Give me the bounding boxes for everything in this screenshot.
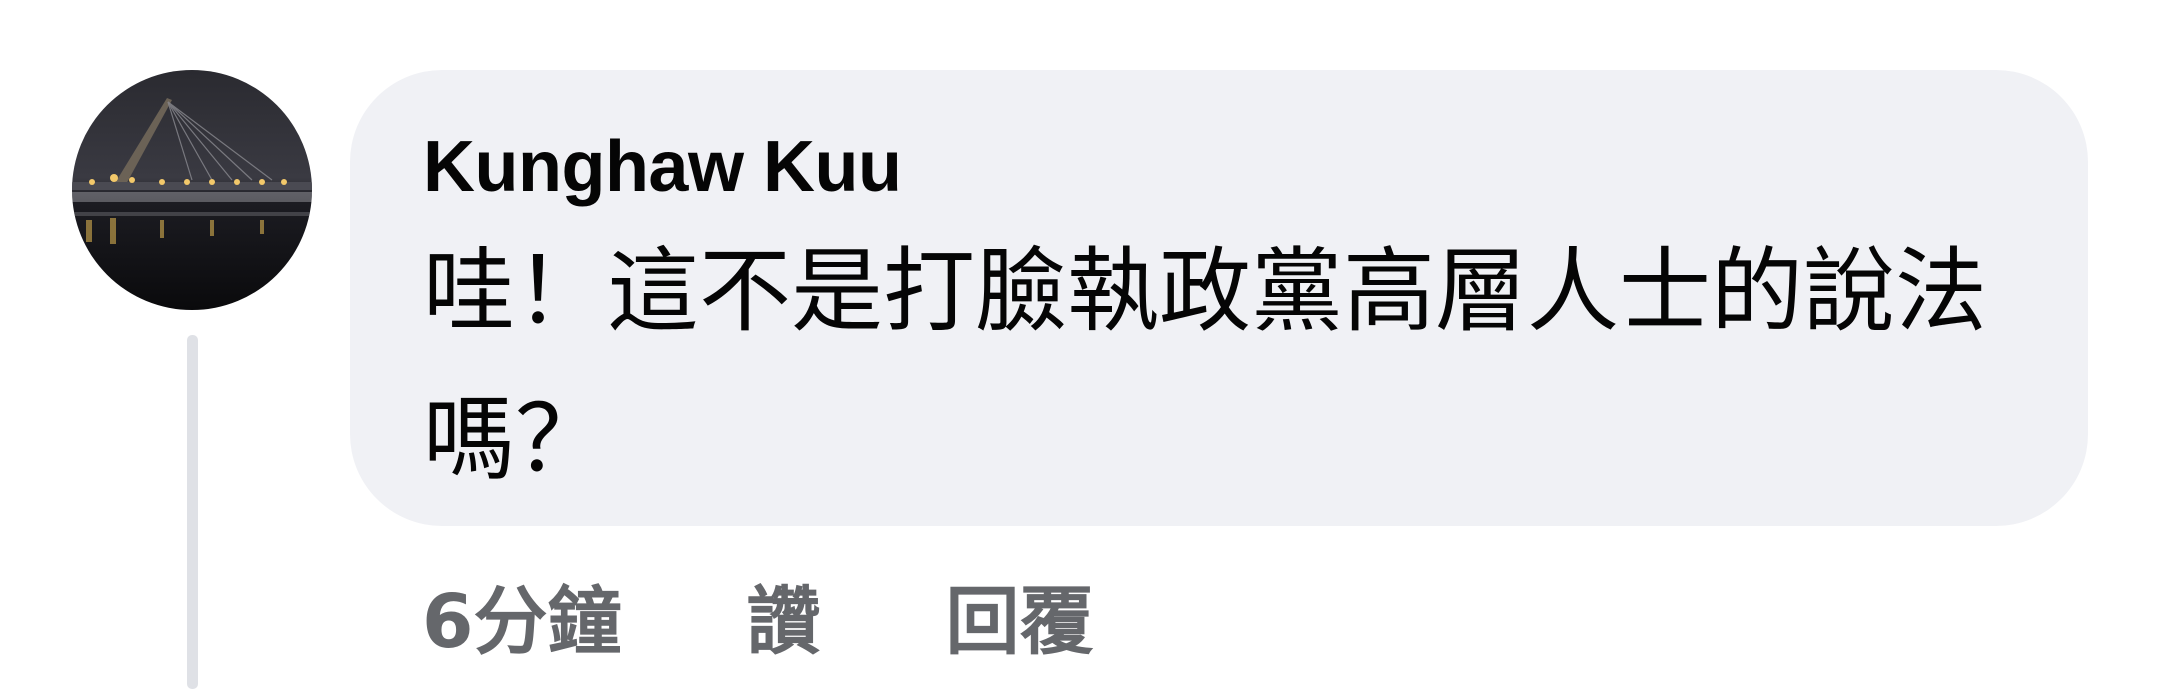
comment-timestamp[interactable]: 6分鐘	[422, 562, 622, 669]
comment-bubble: Kunghaw Kuu 哇！這不是打臉執政黨高層人士的說法嗎？	[350, 70, 2088, 526]
like-button[interactable]: 讚	[747, 562, 821, 669]
comment-text: 哇！這不是打臉執政黨高層人士的說法嗎？	[423, 238, 1988, 493]
night-bridge-photo-icon	[72, 70, 312, 310]
thread-line	[187, 335, 198, 689]
avatar[interactable]	[72, 70, 312, 310]
reply-button[interactable]: 回覆	[946, 562, 1094, 669]
comment-author[interactable]: Kunghaw Kuu	[423, 122, 2028, 212]
comment-actions: 6分鐘 讚 回覆	[422, 565, 1094, 665]
